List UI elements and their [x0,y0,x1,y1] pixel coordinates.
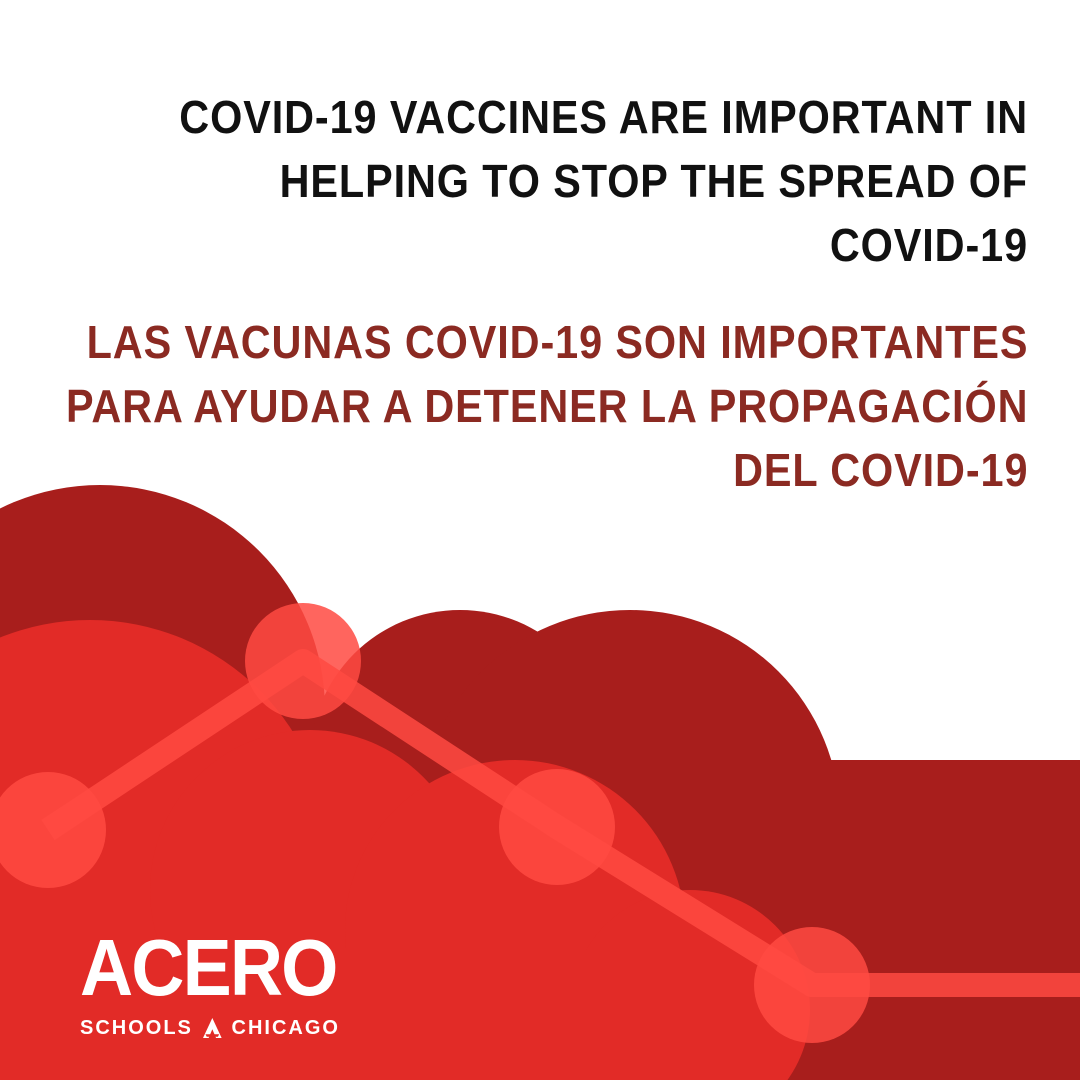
logo-right-word: CHICAGO [231,1016,340,1039]
logo-name: ACERO [80,923,338,1012]
logo-left-word: SCHOOLS [80,1016,193,1039]
logo-subtitle: SCHOOLS CHICAGO [80,1012,340,1044]
acero-a-mark-icon [202,1018,222,1038]
line-node-3 [499,769,615,885]
cloud-illustration [0,485,1080,1080]
acero-logo: ACERO SCHOOLS CHICAGO [80,926,340,1044]
line-node-4 [754,927,870,1043]
line-node-2 [245,603,361,719]
